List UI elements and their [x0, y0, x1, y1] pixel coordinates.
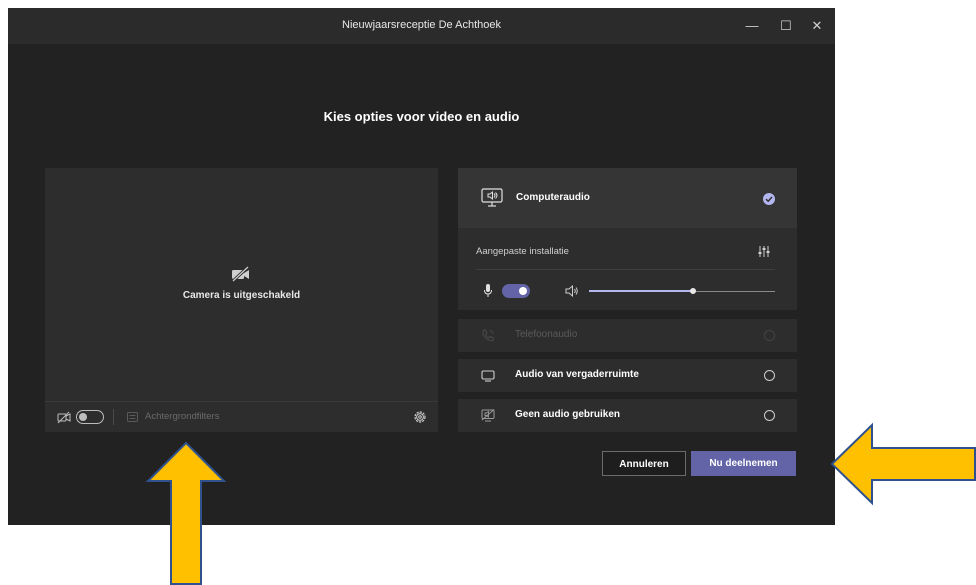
- annotation-arrow-left: [830, 422, 976, 506]
- radio-button: [764, 410, 775, 421]
- microphone-icon: [484, 284, 492, 297]
- video-toolbar: Achtergrondfilters: [45, 401, 438, 433]
- background-filters-icon: [127, 412, 138, 422]
- video-preview: Camera is uitgeschakeld Achtergrondfilte…: [45, 168, 438, 432]
- slider-thumb[interactable]: [690, 288, 697, 294]
- camera-toggle[interactable]: [76, 410, 104, 424]
- checkmark-icon: [763, 193, 775, 205]
- microphone-toggle[interactable]: [502, 284, 530, 298]
- volume-slider[interactable]: [589, 285, 775, 297]
- audio-options-panel: Computeraudio Aangepaste installatie: [458, 168, 797, 310]
- cancel-button[interactable]: Annuleren: [602, 451, 686, 476]
- join-now-button[interactable]: Nu deelnemen: [691, 451, 796, 476]
- window-title: Nieuwjaarsreceptie De Achthoek: [342, 19, 501, 31]
- computer-audio-option[interactable]: Computeraudio: [458, 168, 797, 228]
- phone-icon: [482, 329, 495, 342]
- room-audio-option[interactable]: Audio van vergaderruimte: [458, 359, 797, 392]
- page-title: Kies opties voor video en audio: [323, 109, 520, 124]
- radio-button: [764, 370, 775, 381]
- minimize-button[interactable]: —: [742, 16, 762, 36]
- divider: [476, 269, 775, 270]
- camera-status-label: Camera is uitgeschakeld: [182, 290, 301, 301]
- toolbar-divider: [113, 409, 114, 425]
- camera-off-icon: [231, 266, 250, 282]
- toggle-knob: [79, 413, 87, 421]
- radio-button: [764, 330, 775, 341]
- room-audio-icon: [481, 370, 495, 382]
- background-filters-label[interactable]: Achtergrondfilters: [145, 411, 219, 422]
- computer-audio-label: Computeraudio: [516, 192, 590, 203]
- room-audio-label: Audio van vergaderruimte: [515, 369, 639, 380]
- equalizer-icon[interactable]: [758, 246, 770, 257]
- speaker-icon: [565, 285, 578, 297]
- slider-fill: [589, 290, 694, 292]
- no-audio-icon: [481, 409, 495, 422]
- toggle-knob: [519, 287, 527, 295]
- close-button[interactable]: ✕: [807, 16, 827, 36]
- title-bar: Nieuwjaarsreceptie De Achthoek — ☐ ✕: [8, 8, 835, 44]
- camera-off-icon: [57, 411, 71, 424]
- meeting-window: Nieuwjaarsreceptie De Achthoek — ☐ ✕ Kie…: [8, 8, 835, 525]
- custom-setup-label: Aangepaste installatie: [476, 246, 569, 257]
- maximize-button[interactable]: ☐: [776, 16, 796, 36]
- gear-icon[interactable]: [413, 410, 427, 424]
- no-audio-option[interactable]: Geen audio gebruiken: [458, 399, 797, 432]
- no-audio-label: Geen audio gebruiken: [515, 409, 621, 420]
- annotation-arrow-up: [145, 441, 227, 585]
- phone-audio-label: Telefoonaudio: [515, 329, 578, 340]
- computer-audio-icon: [481, 188, 503, 207]
- phone-audio-option[interactable]: Telefoonaudio: [458, 319, 797, 352]
